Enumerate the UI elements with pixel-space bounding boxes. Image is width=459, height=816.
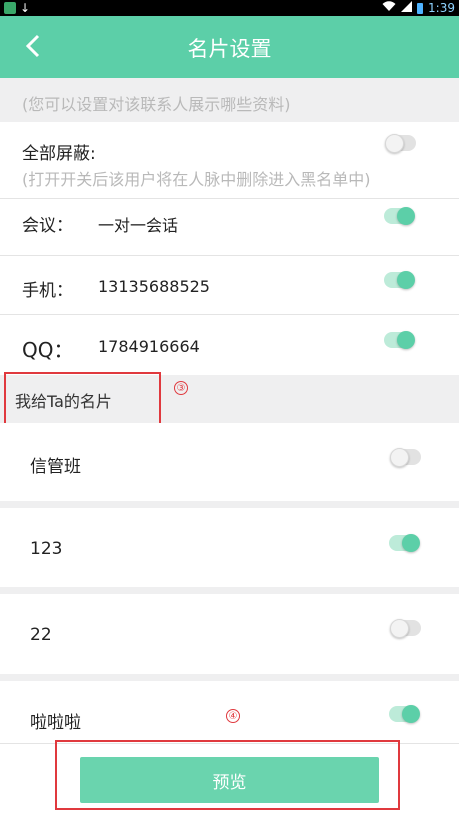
field-label-phone: 手机： (22, 281, 73, 301)
status-bar: ↓ 1:39 (0, 0, 459, 16)
preview-button[interactable]: 预览 (80, 757, 379, 803)
meeting-toggle[interactable] (384, 207, 415, 225)
field-value-meeting: 一对一会话 (98, 216, 179, 235)
block-all-row: 全部屏蔽: (打开开关后该用户将在人脉中删除进入黑名单中) (0, 122, 459, 198)
section-gap (0, 501, 459, 508)
qq-toggle[interactable] (384, 331, 415, 349)
card-row: 信管班 (0, 423, 459, 501)
card-name: 啦啦啦 (30, 713, 81, 733)
card-row: 123 (0, 508, 459, 587)
field-row-phone: 手机： 13135688525 (0, 256, 459, 314)
block-all-hint: (打开开关后该用户将在人脉中删除进入黑名单中) (22, 170, 371, 189)
card-name: 信管班 (30, 457, 81, 477)
download-icon: ↓ (20, 1, 31, 15)
field-row-qq: QQ： 1784916664 (0, 315, 459, 375)
field-label-meeting: 会议： (22, 216, 73, 236)
field-label-qq: QQ： (22, 338, 74, 362)
visibility-hint: (您可以设置对该联系人展示哪些资料) (22, 95, 291, 114)
card-row: 22 (0, 594, 459, 674)
battery-icon (417, 2, 424, 14)
block-all-toggle[interactable] (385, 134, 416, 153)
annotation-marker-4: ④ (226, 709, 240, 723)
signal-icon (401, 1, 413, 15)
section-gap (0, 587, 459, 594)
phone-toggle[interactable] (384, 271, 415, 289)
visibility-hint-bar: (您可以设置对该联系人展示哪些资料) (0, 78, 459, 122)
card-toggle[interactable] (389, 534, 420, 552)
card-name: 123 (30, 539, 63, 559)
card-toggle[interactable] (390, 619, 421, 638)
field-value-qq: 1784916664 (98, 337, 200, 356)
card-toggle[interactable] (390, 448, 421, 467)
annotation-marker-3: ③ (174, 381, 188, 395)
field-value-phone: 13135688525 (98, 277, 210, 296)
annotation-box-3 (4, 372, 161, 425)
app-header: 名片设置 (0, 16, 459, 78)
card-toggle[interactable] (389, 705, 420, 723)
block-all-label: 全部屏蔽: (22, 144, 96, 164)
wifi-icon (382, 1, 396, 15)
page-title: 名片设置 (187, 37, 272, 61)
field-row-meeting: 会议： 一对一会话 (0, 199, 459, 255)
section-gap (0, 674, 459, 681)
status-time: 1:39 (428, 1, 455, 15)
card-name: 22 (30, 625, 52, 645)
app-notification-icon (4, 2, 16, 14)
